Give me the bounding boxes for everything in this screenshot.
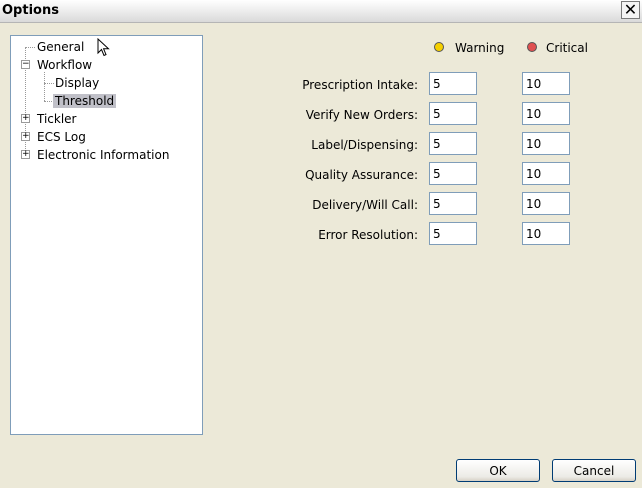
- collapse-icon[interactable]: −: [21, 60, 30, 69]
- tree-item-electronic-information[interactable]: Electronic Information: [35, 147, 171, 163]
- critical-label: Critical: [546, 41, 588, 55]
- label-dispensing-warning-input[interactable]: [429, 132, 477, 155]
- tree-item-general[interactable]: General: [35, 39, 86, 55]
- quality-assurance-warning-input[interactable]: [429, 162, 477, 185]
- mouse-cursor-icon: [97, 38, 110, 57]
- delivery-will-call-critical-input[interactable]: [522, 192, 570, 215]
- verify-new-orders-critical-input[interactable]: [522, 102, 570, 125]
- close-button[interactable]: ✕: [621, 1, 640, 19]
- tree-item-label: ECS Log: [37, 130, 86, 144]
- tree-item-label: Electronic Information: [37, 148, 170, 162]
- verify-new-orders-warning-input[interactable]: [429, 102, 477, 125]
- expand-icon[interactable]: +: [21, 150, 30, 159]
- error-resolution-critical-input[interactable]: [522, 222, 570, 245]
- close-icon: ✕: [623, 0, 638, 19]
- error-resolution-warning-input[interactable]: [429, 222, 477, 245]
- cancel-button[interactable]: Cancel: [552, 459, 636, 482]
- tree-item-label: Workflow: [37, 58, 93, 72]
- title-bar: Options ✕: [0, 0, 642, 23]
- prescription-intake-warning-input[interactable]: [429, 72, 477, 95]
- window-title: Options: [2, 3, 59, 18]
- expand-icon[interactable]: +: [21, 114, 30, 123]
- options-tree[interactable]: General − Workflow Display Threshold + T…: [10, 35, 203, 435]
- delivery-will-call-label: Delivery/Will Call:: [312, 198, 418, 212]
- tree-line: [44, 72, 45, 101]
- critical-indicator-icon: [527, 42, 537, 52]
- label-dispensing-critical-input[interactable]: [522, 132, 570, 155]
- ok-button[interactable]: OK: [456, 459, 540, 482]
- warning-indicator-icon: [434, 42, 444, 52]
- expand-icon[interactable]: +: [21, 132, 30, 141]
- quality-assurance-label: Quality Assurance:: [305, 168, 418, 182]
- tree-item-label: Threshold: [53, 94, 117, 108]
- verify-new-orders-label: Verify New Orders:: [305, 108, 418, 122]
- error-resolution-label: Error Resolution:: [318, 228, 418, 242]
- prescription-intake-label: Prescription Intake:: [302, 78, 418, 92]
- prescription-intake-critical-input[interactable]: [522, 72, 570, 95]
- warning-label: Warning: [455, 41, 505, 55]
- tree-item-ecs-log[interactable]: ECS Log: [35, 129, 88, 145]
- tree-item-label: Tickler: [37, 112, 77, 126]
- tree-line: [25, 47, 35, 48]
- label-dispensing-label: Label/Dispensing:: [311, 138, 418, 152]
- delivery-will-call-warning-input[interactable]: [429, 192, 477, 215]
- tree-item-label: General: [37, 40, 85, 54]
- tree-item-tickler[interactable]: Tickler: [35, 111, 79, 127]
- tree-item-display[interactable]: Display: [53, 75, 101, 91]
- tree-item-workflow[interactable]: Workflow: [35, 57, 94, 73]
- quality-assurance-critical-input[interactable]: [522, 162, 570, 185]
- tree-item-threshold[interactable]: Threshold: [53, 93, 117, 109]
- tree-item-label: Display: [55, 76, 100, 90]
